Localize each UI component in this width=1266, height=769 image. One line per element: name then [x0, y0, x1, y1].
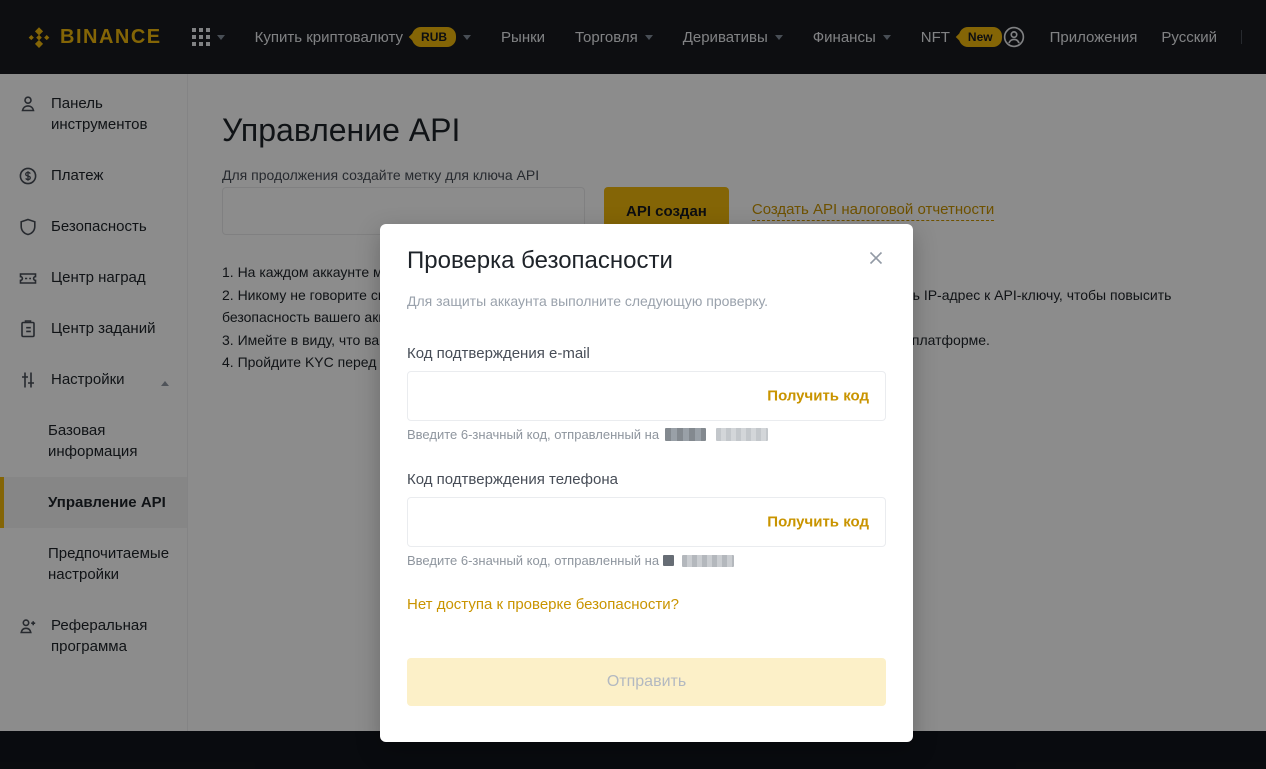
submit-button[interactable]: Отправить: [407, 658, 886, 706]
security-verification-modal: Проверка безопасности Для защиты аккаунт…: [380, 224, 913, 742]
email-get-code-link[interactable]: Получить код: [767, 388, 869, 405]
email-code-field: Получить код: [407, 371, 886, 421]
phone-get-code-link[interactable]: Получить код: [767, 514, 869, 531]
phone-code-field: Получить код: [407, 497, 886, 547]
modal-subtitle: Для защиты аккаунта выполните следующую …: [407, 292, 886, 310]
redacted-phone-part1: [663, 555, 674, 566]
redacted-email-part2: [716, 428, 768, 441]
close-icon: [868, 250, 884, 266]
modal-header: Проверка безопасности: [407, 246, 886, 276]
email-code-group: Код подтверждения e-mail Получить код Вв…: [407, 344, 886, 442]
phone-code-label: Код подтверждения телефона: [407, 470, 886, 489]
phone-helper-text: Введите 6-значный код, отправленный на: [407, 553, 659, 568]
close-button[interactable]: [866, 248, 886, 271]
email-code-label: Код подтверждения e-mail: [407, 344, 886, 363]
modal-title: Проверка безопасности: [407, 246, 673, 276]
email-helper-text: Введите 6-значный код, отправленный на: [407, 427, 659, 442]
phone-code-group: Код подтверждения телефона Получить код …: [407, 470, 886, 568]
no-access-link[interactable]: Нет доступа к проверке безопасности?: [407, 596, 679, 613]
screen: BINANCE Купить криптовалюту RUB Рынки Т: [0, 0, 1266, 769]
email-code-helper: Введите 6-значный код, отправленный на: [407, 427, 886, 442]
redacted-email-part1: [665, 428, 706, 441]
phone-code-helper: Введите 6-значный код, отправленный на: [407, 553, 886, 568]
redacted-phone-part2: [682, 555, 734, 567]
